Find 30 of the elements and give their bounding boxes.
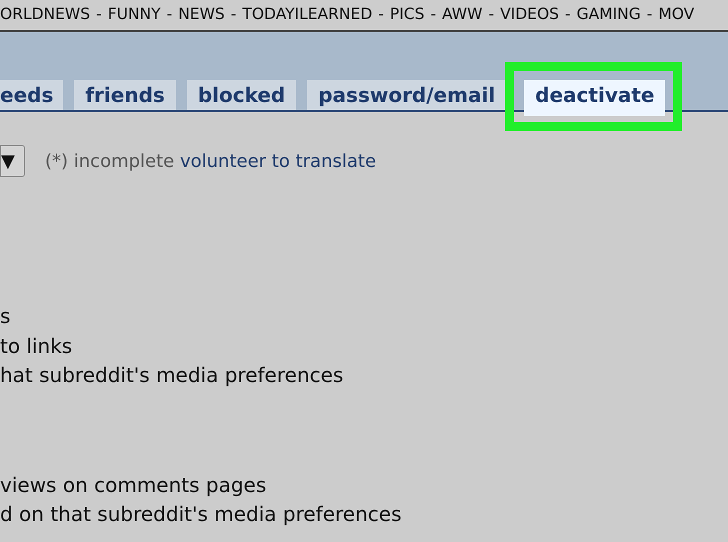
settings-tab[interactable]: eeds: [0, 80, 64, 110]
menu-separator: -: [430, 4, 436, 26]
option-label: views on comments pages: [0, 472, 268, 498]
menu-separator: -: [230, 4, 236, 26]
settings-tab[interactable]: password/email: [307, 80, 506, 110]
option-label: to links: [0, 332, 74, 360]
subreddit-link[interactable]: ORLDNEWS: [0, 3, 90, 27]
translate-link[interactable]: volunteer to translate: [180, 150, 376, 172]
menu-separator: -: [646, 4, 652, 26]
subreddit-link[interactable]: GAMING: [576, 3, 641, 27]
menu-separator: -: [96, 4, 102, 26]
option-label: s: [0, 303, 12, 330]
menu-separator: -: [166, 4, 172, 26]
settings-tab[interactable]: deactivate: [524, 80, 666, 116]
subreddit-link[interactable]: MOV: [658, 3, 694, 27]
subreddit-link[interactable]: PICS: [390, 3, 424, 27]
menu-separator: -: [488, 4, 494, 26]
translation-note: (*) incomplete volunteer to translate: [45, 150, 376, 174]
subreddit-link[interactable]: TODAYILEARNED: [242, 3, 372, 27]
menu-separator: -: [378, 4, 384, 26]
settings-tab[interactable]: blocked: [186, 80, 296, 110]
subreddit-link[interactable]: VIDEOS: [500, 3, 560, 27]
subreddit-link[interactable]: FUNNY: [108, 3, 161, 27]
language-dropdown[interactable]: ▼: [0, 145, 25, 177]
option-label: d on that subreddit's media preferences: [0, 501, 403, 528]
subreddit-link[interactable]: NEWS: [178, 3, 225, 27]
option-label: hat subreddit's media preferences: [0, 362, 344, 389]
subreddit-link[interactable]: AWW: [442, 3, 482, 27]
menu-separator: -: [565, 4, 571, 26]
settings-tab[interactable]: friends: [74, 80, 176, 110]
